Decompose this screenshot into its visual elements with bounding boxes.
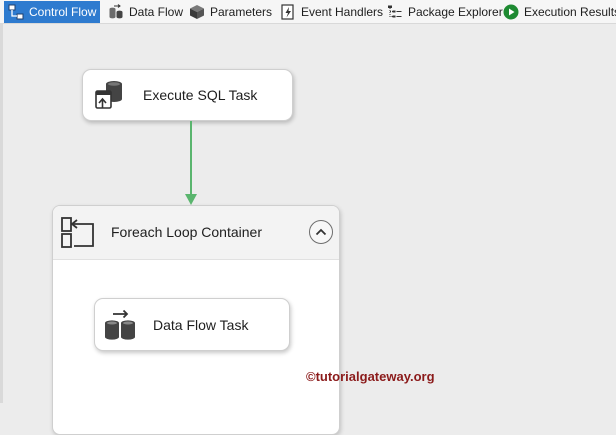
- watermark: ©tutorialgateway.org: [306, 369, 435, 384]
- collapse-button[interactable]: [309, 220, 333, 244]
- tab-label: Data Flow: [129, 5, 184, 19]
- control-flow-icon: [8, 4, 24, 20]
- tab-label: Event Handlers: [301, 5, 384, 19]
- foreach-loop-container[interactable]: Foreach Loop Container Data Flow Task: [52, 205, 340, 435]
- container-header[interactable]: Foreach Loop Container: [53, 206, 339, 260]
- tab-execution-results[interactable]: Execution Results: [499, 1, 616, 23]
- designer-tab-strip: Control Flow Data Flow Parameters Event …: [0, 0, 616, 24]
- task-label: Data Flow Task: [153, 316, 249, 333]
- tab-parameters[interactable]: Parameters: [185, 1, 276, 23]
- data-flow-icon: [108, 4, 124, 20]
- data-flow-task-icon: [102, 307, 138, 343]
- canvas-left-edge: [0, 24, 3, 403]
- control-flow-design-surface[interactable]: Execute SQL Task Foreach Loop Container: [0, 24, 616, 435]
- package-explorer-icon: [387, 4, 403, 20]
- chevron-up-icon: [310, 221, 332, 243]
- tab-label: Parameters: [210, 5, 273, 19]
- tab-package-explorer[interactable]: Package Explorer: [383, 1, 507, 23]
- task-label: Execute SQL Task: [143, 87, 258, 103]
- tab-data-flow[interactable]: Data Flow: [104, 1, 187, 23]
- foreach-loop-icon: [60, 215, 96, 251]
- data-flow-task[interactable]: Data Flow Task: [94, 298, 290, 351]
- precedence-constraint-arrow[interactable]: [183, 121, 199, 207]
- container-title: Foreach Loop Container: [111, 224, 262, 240]
- tab-event-handlers[interactable]: Event Handlers: [276, 1, 387, 23]
- event-handlers-icon: [280, 4, 296, 20]
- execute-sql-task[interactable]: Execute SQL Task: [82, 69, 293, 121]
- tab-label: Control Flow: [29, 5, 97, 19]
- execution-results-icon: [503, 4, 519, 20]
- parameters-icon: [189, 4, 205, 20]
- tab-label: Execution Results: [524, 5, 616, 19]
- tab-control-flow[interactable]: Control Flow: [4, 1, 101, 23]
- execute-sql-icon: [92, 77, 128, 113]
- tab-label: Package Explorer: [408, 5, 503, 19]
